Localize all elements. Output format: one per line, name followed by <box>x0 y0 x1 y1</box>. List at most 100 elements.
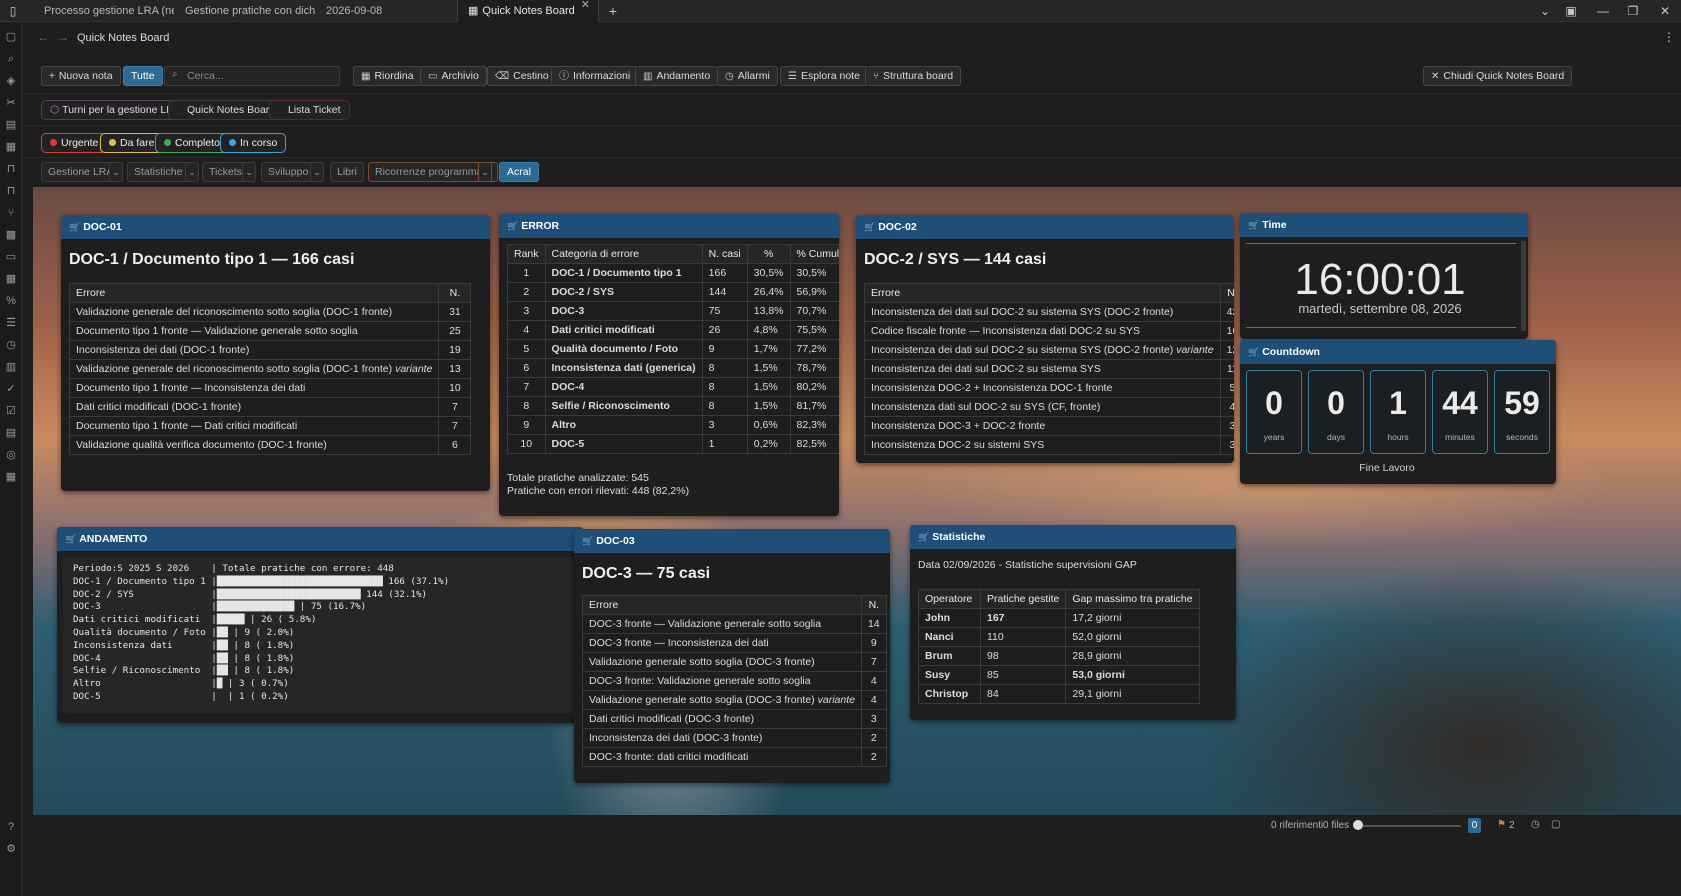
board-lista-ticket[interactable]: Lista Ticket <box>269 100 350 120</box>
scrollbar[interactable] <box>1521 241 1526 331</box>
note-card-error[interactable]: 🛒 ERROR Rank Categoria di errore N. casi … <box>499 214 839 516</box>
zoom-slider-handle[interactable] <box>1353 820 1363 830</box>
reorder-button[interactable]: ▦ Riordina <box>353 66 422 86</box>
category-sviluppo[interactable]: Sviluppo <box>261 162 316 182</box>
alarms-button[interactable]: ◷ Allarmi <box>717 66 778 86</box>
layout-icon[interactable]: ▣ <box>1558 0 1584 22</box>
dashboard-icon[interactable]: ▦ <box>0 472 22 483</box>
search-placeholder: Cerca... <box>187 70 224 82</box>
board-label: Turni per la gestione LRA <box>62 104 181 116</box>
sync-badge[interactable]: 0 <box>1468 818 1481 833</box>
branch-icon[interactable]: ⑂ <box>0 208 22 219</box>
count-cell: 7 <box>860 652 887 672</box>
category-libri[interactable]: Libri <box>330 162 364 182</box>
countdown-value: 0 <box>1265 385 1283 421</box>
search-input[interactable]: ⌕ Cerca... <box>164 66 340 86</box>
note-card-andamento[interactable]: 🛒 ANDAMENTO Periodo:S 2025 S 2026 | Total… <box>57 527 583 723</box>
chart-icon[interactable]: ▥ <box>0 362 22 373</box>
grid-icon[interactable]: ▤ <box>0 120 22 131</box>
tab-gestione-pratiche[interactable]: Gestione pratiche con dich...⚲ <box>175 0 315 22</box>
category-acral[interactable]: Acral <box>499 162 539 182</box>
forward-arrow-icon[interactable]: → <box>57 31 69 43</box>
file-icon[interactable]: ▢ <box>0 32 22 43</box>
check-icon[interactable]: ✓ <box>0 384 22 395</box>
lock-icon[interactable]: ▢ <box>1551 820 1560 830</box>
back-arrow-icon[interactable]: ← <box>37 31 49 43</box>
table-row: Codice fiscale fronte — Inconsistenza da… <box>864 321 1234 341</box>
note-card-doc03[interactable]: 🛒 DOC-03 DOC-3 — 75 casi Errore N. DOC-3 f… <box>574 529 890 783</box>
error-text: Inconsistenza DOC-2 su sistemi SYS <box>871 439 1045 451</box>
tools-icon[interactable]: ✂ <box>0 98 22 109</box>
target-icon[interactable]: ◎ <box>0 450 22 461</box>
maximize-icon[interactable]: ❐ <box>1620 0 1646 22</box>
chevron-down-icon[interactable]: ⌄ <box>185 162 199 182</box>
minimize-icon[interactable]: — <box>1590 0 1616 22</box>
list-icon: ☰ <box>788 71 797 82</box>
list-icon[interactable]: ☰ <box>0 318 22 329</box>
board-structure-button[interactable]: ⑂ Struttura board <box>865 66 962 86</box>
close-window-icon[interactable]: ✕ <box>1652 0 1678 22</box>
apps-icon[interactable]: ▩ <box>0 230 22 241</box>
error-cell: 78,7% <box>789 358 839 378</box>
new-note-button[interactable]: + Nuova nota <box>41 66 121 86</box>
tab-label: 2026-09-08 <box>326 5 383 17</box>
info-button[interactable]: ⓘ Informazioni <box>551 66 639 86</box>
window-icon[interactable]: ▭ <box>0 252 22 263</box>
timer-icon[interactable]: ◷ <box>1531 820 1540 830</box>
close-icon[interactable]: ✕ <box>581 0 590 11</box>
trend-button[interactable]: ▥ Andamento <box>635 66 719 86</box>
stats-cell: 167 <box>979 608 1067 628</box>
calendar-icon[interactable]: ▦ <box>0 142 22 153</box>
note-card-time[interactable]: 🛒 Time 16:00:01 martedì, settembre 08, 20… <box>1240 213 1528 339</box>
note-card-doc02[interactable]: 🛒DOC-02 DOC-2 / SYS — 144 casi ErroreN. … <box>856 215 1234 463</box>
toolbar: + Nuova nota Tutte ⌕ Cerca... ▦ Riordina ▭ A… <box>23 60 1681 90</box>
tag-urgente[interactable]: Urgente <box>41 133 108 153</box>
tag-completo[interactable]: Completo <box>155 133 229 153</box>
tag-da-fare[interactable]: Da fare <box>100 133 164 153</box>
explore-notes-button[interactable]: ☰ Esplora note <box>780 66 868 86</box>
countdown-value: 59 <box>1504 385 1540 421</box>
count-cell: 19 <box>438 340 472 360</box>
sidebar-toggle-icon[interactable]: ▯ <box>0 0 26 22</box>
lock-open-icon[interactable]: ⊓ <box>0 186 22 197</box>
button-label: Esplora note <box>800 70 860 82</box>
tag-in-corso[interactable]: In corso <box>220 133 287 153</box>
note-card-statistiche[interactable]: 🛒 Statistiche Data 02/09/2026 - Statistic… <box>910 525 1236 720</box>
all-button[interactable]: Tutte <box>123 66 163 86</box>
zoom-slider-track[interactable] <box>1355 825 1461 827</box>
tab-daily-note[interactable]: 2026-09-08 <box>316 0 456 22</box>
cube-icon[interactable]: ◈ <box>0 76 22 87</box>
table-row: Nanci 110 52,0 giorni <box>918 627 1200 647</box>
calendar2-icon[interactable]: ▦ <box>0 274 22 285</box>
error-cell: 4,8% <box>746 320 791 340</box>
tag-label: Completo <box>175 137 220 149</box>
category-label: Statistiche <box>134 166 183 178</box>
chevron-down-icon[interactable]: ⌄ <box>109 162 123 182</box>
error-cell: 30,5% <box>746 263 791 283</box>
note-card-countdown[interactable]: 🛒 Countdown 0 years 0 days 1 hours 44 minutes… <box>1240 340 1556 484</box>
close-board-button[interactable]: ✕ Chiudi Quick Notes Board <box>1423 66 1573 86</box>
chevron-down-icon[interactable]: ⌄ <box>310 162 324 182</box>
help-icon[interactable]: ? <box>0 822 22 833</box>
note-card-doc01[interactable]: 🛒 DOC-01 DOC-1 / Documento tipo 1 — 166 c… <box>61 215 490 491</box>
error-cell: 75 <box>701 301 748 321</box>
timer-icon[interactable]: ◷ <box>0 340 22 351</box>
chevron-down-icon[interactable]: ⌄ <box>478 162 492 182</box>
trash-button[interactable]: ⌫ Cestino <box>487 66 557 86</box>
category-statistiche[interactable]: Statistiche <box>127 162 190 182</box>
chevron-down-icon[interactable]: ⌄ <box>242 162 256 182</box>
close-icon: ✕ <box>1431 71 1440 82</box>
settings-icon[interactable]: ⚙ <box>0 844 22 855</box>
lock-icon[interactable]: ⊓ <box>0 164 22 175</box>
percent-icon[interactable]: % <box>0 296 22 307</box>
tab-quick-notes-board[interactable]: ▦ Quick Notes Board ✕ <box>457 0 599 22</box>
search-icon[interactable]: ⌕ <box>0 54 22 65</box>
table-icon[interactable]: ▤ <box>0 428 22 439</box>
chevron-down-icon[interactable]: ⌄ <box>1532 0 1558 22</box>
new-tab-icon[interactable]: + <box>600 0 626 22</box>
tab-processo[interactable]: Processo gestione LRA (ne...⚲ <box>34 0 174 22</box>
checkbox-icon[interactable]: ☑ <box>0 406 22 417</box>
archive-button[interactable]: ▭ Archivio <box>420 66 487 86</box>
more-options-icon[interactable]: ⋮ <box>1663 31 1675 43</box>
board-quick-notes[interactable]: Quick Notes Board <box>168 100 285 120</box>
